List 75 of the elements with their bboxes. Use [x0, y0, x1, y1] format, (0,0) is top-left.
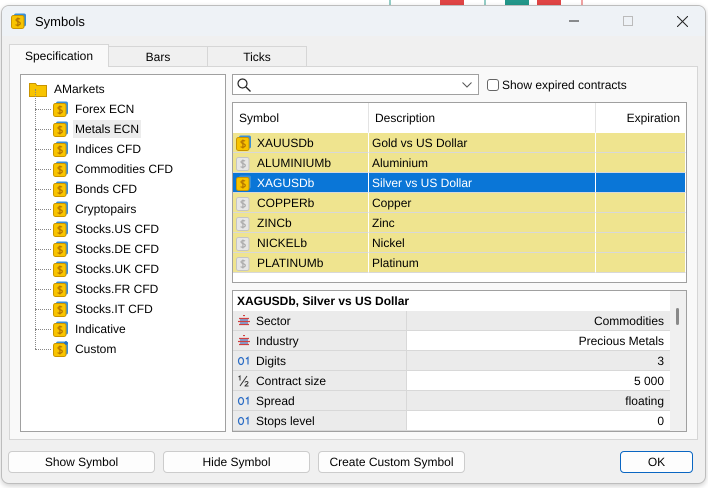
dollar-icon — [53, 221, 69, 237]
tree-item[interactable]: Commodities CFD — [73, 160, 176, 178]
tree-root-label[interactable]: AMarkets — [54, 82, 105, 96]
lines-icon — [237, 334, 251, 347]
table-cell[interactable]: Aluminium — [369, 153, 596, 173]
dollar-icon — [11, 13, 27, 29]
table-cell[interactable]: Zinc — [369, 213, 596, 233]
candle-wick — [484, 0, 486, 6]
tree-item[interactable]: Stocks.US CFD — [73, 220, 162, 238]
property-value: 3 — [407, 351, 670, 372]
table-cell[interactable]: XAUUSDb — [233, 133, 369, 153]
tree-item[interactable]: Stocks.FR CFD — [73, 280, 160, 298]
close-icon — [676, 16, 688, 26]
table-cell[interactable]: PLATINUMb — [233, 253, 369, 273]
dollar-icon — [53, 201, 69, 217]
dollar-icon — [53, 141, 69, 157]
table-cell[interactable]: NICKELb — [233, 233, 369, 253]
search-field[interactable] — [232, 74, 479, 95]
custom-dollar-icon — [53, 341, 69, 357]
dollar-icon — [53, 241, 69, 257]
dollar-icon — [53, 261, 69, 277]
property-name: Contract size — [256, 374, 326, 388]
tree-item[interactable]: Bonds CFD — [73, 180, 140, 198]
dollar-icon — [53, 321, 69, 337]
dialog-button[interactable]: Hide Symbol — [163, 451, 310, 473]
window-title: Symbols — [35, 14, 86, 28]
tab[interactable]: Ticks — [207, 46, 307, 67]
table-cell[interactable]: XAGUSDb — [233, 173, 369, 193]
folder-icon — [29, 82, 47, 96]
property-value: Commodities — [407, 311, 670, 332]
property-name: Sector — [256, 314, 291, 328]
table-cell[interactable]: ZINCb — [233, 213, 369, 233]
property-name: Industry — [256, 334, 299, 348]
tree-item[interactable]: Forex ECN — [73, 100, 136, 118]
dropdown-icon — [462, 82, 472, 88]
integer-icon — [237, 394, 251, 407]
ok-button[interactable]: OK — [620, 451, 693, 473]
integer-icon — [237, 414, 251, 427]
fraction-icon — [237, 374, 251, 387]
tree-item[interactable]: Cryptopairs — [73, 200, 138, 218]
tab[interactable]: Specification — [9, 44, 109, 67]
dollar-icon — [53, 281, 69, 297]
table-cell[interactable]: Silver vs US Dollar — [369, 173, 596, 193]
dollar-icon — [53, 161, 69, 177]
scrollbar[interactable] — [670, 291, 686, 431]
tree-item[interactable]: Indicative — [73, 320, 128, 338]
tree-item[interactable]: Stocks.IT CFD — [73, 300, 155, 318]
details-title: XAGUSDb, Silver vs US Dollar — [236, 293, 410, 310]
dialog-button[interactable]: Show Symbol — [8, 451, 155, 473]
lines-icon — [237, 314, 251, 327]
dollar-icon — [53, 181, 69, 197]
tree-item[interactable]: Stocks.UK CFD — [73, 260, 162, 278]
tree-item[interactable]: Stocks.DE CFD — [73, 240, 162, 258]
table-cell[interactable]: COPPERb — [233, 193, 369, 213]
dollar-icon — [53, 301, 69, 317]
property-name: Digits — [256, 354, 286, 368]
checkbox[interactable]: Show expired contracts — [487, 78, 627, 92]
tree-item[interactable]: Indices CFD — [73, 140, 144, 158]
table-cell[interactable]: Gold vs US Dollar — [369, 133, 596, 153]
search-icon — [237, 78, 251, 92]
property-name: Spread — [256, 394, 295, 408]
dollar-icon — [53, 101, 69, 117]
property-value: 0 — [407, 411, 670, 431]
integer-icon — [237, 354, 251, 367]
table-cell[interactable]: Nickel — [369, 233, 596, 253]
tree-item[interactable]: Metals ECN — [73, 120, 142, 138]
dialog-button[interactable]: Create Custom Symbol — [318, 451, 465, 473]
property-name: Stops level — [256, 414, 315, 428]
table-cell[interactable]: Copper — [369, 193, 596, 213]
maximize-icon — [623, 16, 633, 26]
tree-item[interactable]: Custom — [73, 340, 118, 358]
table-cell[interactable]: Platinum — [369, 253, 596, 273]
property-value: floating — [407, 391, 670, 412]
dollar-icon — [53, 121, 69, 137]
table-cell[interactable]: ALUMINIUMb — [233, 153, 369, 173]
